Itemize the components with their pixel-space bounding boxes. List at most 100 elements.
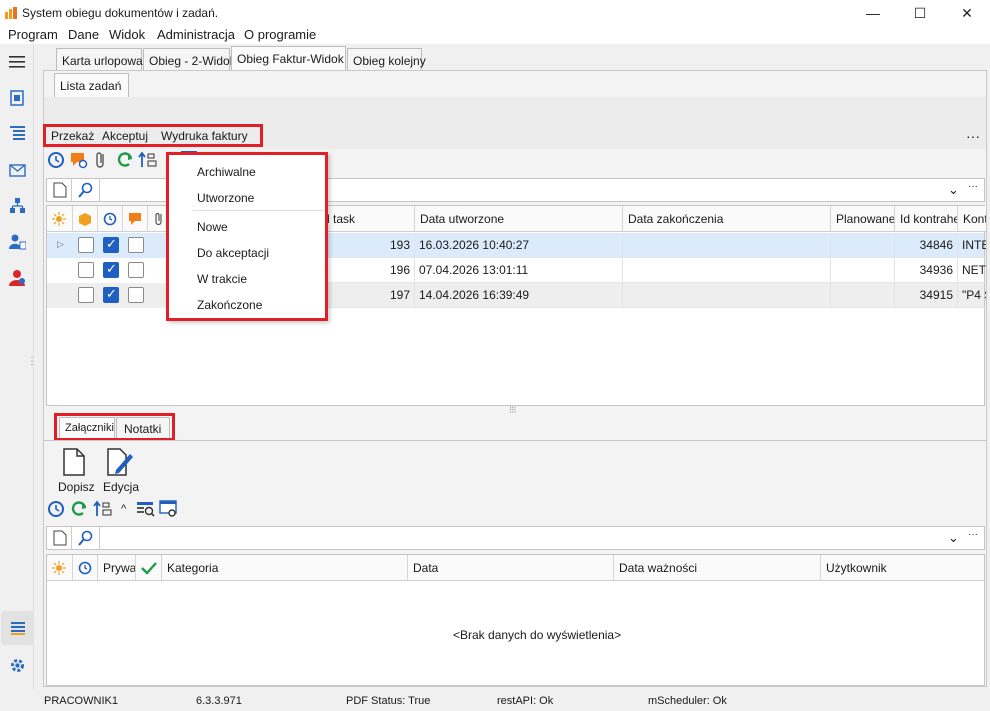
documents-icon[interactable] [9, 90, 26, 107]
history-icon[interactable] [47, 151, 65, 169]
col-history[interactable] [98, 206, 123, 232]
status-dropdown-menu: Archiwalne Utworzone Nowe Do akceptacji … [166, 152, 328, 321]
tab-obieg-faktur-widok[interactable]: Obieg Faktur-Widok [231, 46, 346, 72]
col-comment[interactable] [123, 206, 148, 232]
minimize-button[interactable]: — [850, 0, 896, 26]
row-history-checkbox[interactable] [103, 236, 119, 253]
more-options-button[interactable]: ··· [966, 128, 980, 144]
menu-item-do-akceptacji[interactable]: Do akceptacji [197, 246, 269, 260]
dopisz-document-icon[interactable] [62, 448, 86, 476]
tab-lista-zadan[interactable]: Lista zadań [54, 73, 129, 97]
col-planowane[interactable]: Planowane [831, 206, 895, 232]
col-prywatna[interactable]: Prywa [98, 555, 136, 581]
akceptuj-button[interactable]: Akceptuj [102, 129, 148, 143]
cell-ended [623, 258, 831, 283]
col-check[interactable] [136, 555, 162, 581]
col-data[interactable]: Data [408, 555, 614, 581]
user-list-icon[interactable] [9, 233, 26, 250]
row-history-checkbox[interactable] [103, 286, 119, 303]
col-id-kontrahenta[interactable]: Id kontrahe [895, 206, 958, 232]
col-uzytkownik[interactable]: Użytkownik [821, 555, 984, 581]
filter-ellipsis-button[interactable]: ··· [968, 529, 978, 540]
attachment-icon[interactable] [94, 151, 108, 169]
tab-obieg-kolejny[interactable]: Obieg kolejny [347, 48, 426, 72]
mail-icon[interactable] [9, 162, 26, 179]
menu-o-programie[interactable]: O programie [244, 27, 316, 42]
org-chart-icon[interactable] [9, 197, 26, 214]
col-box[interactable] [73, 206, 98, 232]
new-document-icon[interactable] [53, 182, 67, 198]
row-checkbox[interactable] [78, 287, 94, 303]
collapse-caret[interactable]: ^ [121, 503, 126, 515]
przekaz-button[interactable]: Przekaż [51, 129, 94, 143]
col-data-zakonczenia[interactable]: Data zakończenia [623, 206, 831, 232]
window-title: System obiegu dokumentów i zadań. [22, 6, 219, 20]
row-comment-checkbox[interactable] [128, 287, 144, 303]
col-kontrahent[interactable]: Kont [958, 206, 986, 232]
status-scheduler: mScheduler: Ok [648, 695, 727, 707]
tab-zalaczniki[interactable]: Załączniki [59, 417, 115, 438]
menu-item-w-trakcie[interactable]: W trakcie [197, 272, 247, 286]
row-comment-checkbox[interactable] [128, 262, 144, 278]
status-user: PRACOWNIK1 [44, 695, 118, 707]
col-data-waznosci[interactable]: Data ważności [614, 555, 821, 581]
sort-icon[interactable] [93, 500, 113, 518]
filter-ellipsis-button[interactable]: ··· [968, 181, 978, 192]
row-expand-icon[interactable]: ▷ [57, 239, 64, 250]
status-pdf: PDF Status: True [346, 695, 431, 707]
col-kategoria[interactable]: Kategoria [162, 555, 408, 581]
row-checkbox[interactable] [78, 237, 94, 253]
notes-filter-input[interactable] [101, 529, 941, 548]
sort-icon[interactable] [138, 151, 158, 169]
table-search-icon[interactable] [136, 500, 156, 518]
table-view-icon [10, 620, 26, 636]
cell-contractor: NET [958, 258, 986, 283]
menu-dane[interactable]: Dane [68, 27, 99, 42]
nav-active-item[interactable] [1, 611, 34, 645]
list-icon[interactable] [9, 124, 26, 141]
menu-program[interactable]: Program [8, 27, 58, 42]
close-button[interactable]: ✕ [944, 0, 990, 26]
row-checkbox[interactable] [78, 262, 94, 278]
search-icon[interactable] [78, 182, 94, 198]
menu-item-utworzone[interactable]: Utworzone [197, 191, 254, 205]
col-data-utworzone[interactable]: Data utworzone [415, 206, 623, 232]
wydruka-faktury-button[interactable]: Wydruka faktury [161, 129, 248, 143]
col-priority[interactable] [47, 555, 73, 581]
menu-widok[interactable]: Widok [109, 27, 145, 42]
cell-contractor-id: 34846 [895, 233, 958, 258]
new-document-icon[interactable] [53, 530, 67, 546]
menu-administracja[interactable]: Administracja [157, 27, 235, 42]
tab-karta-urlopowa[interactable]: Karta urlopowa [56, 48, 143, 72]
col-history[interactable] [73, 555, 98, 581]
horizontal-splitter[interactable]: ⁝⁝⁝ [509, 405, 516, 416]
row-comment-checkbox[interactable] [128, 237, 144, 253]
edycja-edit-icon[interactable] [106, 448, 134, 476]
history-icon[interactable] [47, 500, 65, 518]
cell-planned [831, 233, 895, 258]
settings-gear-icon[interactable] [9, 657, 26, 674]
cell-created: 16.03.2026 10:40:27 [415, 233, 623, 258]
hamburger-menu-icon[interactable] [9, 53, 26, 70]
comment-view-icon[interactable] [70, 151, 88, 169]
chevron-down-icon[interactable]: ⌄ [948, 182, 959, 198]
cell-contractor-id: 34915 [895, 283, 958, 308]
tab-notatki[interactable]: Notatki [116, 417, 170, 438]
chevron-down-icon[interactable]: ⌄ [948, 530, 959, 546]
refresh-icon[interactable] [70, 500, 88, 518]
search-icon[interactable] [78, 530, 94, 546]
window-view-icon[interactable] [159, 500, 179, 518]
maximize-button[interactable]: ☐ [897, 0, 943, 26]
menu-item-zakonczone[interactable]: Zakończone [197, 298, 262, 312]
menu-item-nowe[interactable]: Nowe [197, 220, 228, 234]
menu-item-archiwalne[interactable]: Archiwalne [197, 165, 256, 179]
dopisz-button[interactable]: Dopisz [58, 480, 95, 494]
user-red-icon[interactable] [9, 269, 26, 286]
col-priority[interactable] [47, 206, 73, 232]
edycja-button[interactable]: Edycja [103, 480, 139, 494]
refresh-icon[interactable] [116, 151, 134, 169]
row-history-checkbox[interactable] [103, 261, 119, 278]
cell-created: 07.04.2026 13:01:11 [415, 258, 623, 283]
tab-obieg-2-widok[interactable]: Obieg - 2-Widok [143, 48, 236, 72]
splitter-grip[interactable]: ⋮ [27, 356, 37, 367]
